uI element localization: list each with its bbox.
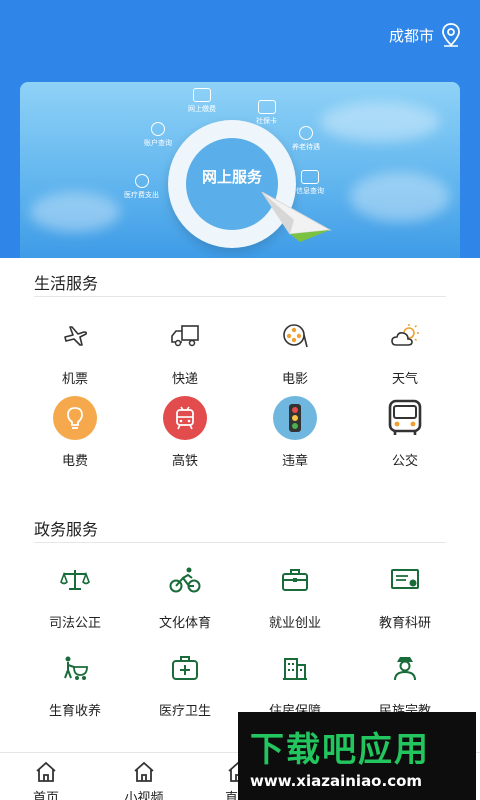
service-item-film[interactable]: 电影: [240, 314, 350, 387]
medical-kit-icon: [163, 646, 207, 690]
info-icon: [301, 170, 319, 184]
section-title-gov: 政务服务: [34, 520, 99, 539]
banner-item-label: 账户查询: [144, 139, 172, 147]
city-label: 成都市: [388, 26, 434, 45]
banner-item-label: 网上缴费: [188, 105, 216, 113]
home-icon: [36, 761, 56, 782]
service-item-airplane[interactable]: 机票: [20, 314, 130, 387]
location-pin-icon: [442, 23, 460, 47]
divider: [34, 542, 446, 543]
service-item-justice[interactable]: 司法公正: [20, 558, 130, 631]
service-label: 天气: [391, 372, 418, 387]
service-item-delivery[interactable]: 快递: [130, 314, 240, 387]
person-icon: [383, 646, 427, 690]
service-label: 电费: [61, 454, 88, 469]
service-item-employment[interactable]: 就业创业: [240, 558, 350, 631]
film-reel-icon: [273, 314, 317, 358]
service-item-traffic[interactable]: 违章: [240, 396, 350, 469]
banner-center-text: 网上服务: [201, 168, 262, 186]
lightbulb-icon: [53, 396, 97, 440]
header: 成都市 网上缴费 社保卡 养老待遇 信息查询 账户查询 医疗费支出 网上服务: [0, 0, 480, 265]
service-label: 司法公正: [48, 616, 101, 631]
pension-icon: [299, 126, 313, 140]
service-item-weather[interactable]: 天气: [350, 314, 460, 387]
cycling-icon: [163, 558, 207, 602]
payment-icon: [193, 88, 211, 102]
certificate-icon: [383, 558, 427, 602]
bus-icon: [383, 396, 427, 440]
service-label: 违章: [281, 454, 308, 469]
banner-item-label: 社保卡: [256, 117, 277, 125]
service-label: 公交: [391, 454, 418, 469]
medical-icon: [134, 174, 149, 188]
watermark: 下载吧应用 www.xiazainiao.com: [238, 712, 476, 800]
content: 生活服务 机票 快递 电影 天气 电费 高铁 违章 公交 政务服务 司法公正 文…: [0, 258, 480, 753]
banner-item-payment: 网上缴费: [188, 88, 216, 114]
service-item-bus[interactable]: 公交: [350, 396, 460, 469]
section-title-life: 生活服务: [34, 274, 99, 293]
card-icon: [257, 100, 276, 114]
delivery-truck-icon: [163, 314, 207, 358]
paper-plane-icon: [261, 191, 332, 242]
service-item-housing[interactable]: 住房保障: [240, 646, 350, 719]
nav-label: 首页: [32, 791, 59, 800]
home-icon: [134, 761, 154, 782]
service-item-electricity[interactable]: 电费: [20, 396, 130, 469]
service-item-education[interactable]: 教育科研: [350, 558, 460, 631]
service-label: 高铁: [171, 454, 198, 469]
service-item-culture[interactable]: 文化体育: [130, 558, 240, 631]
service-label: 机票: [61, 372, 88, 387]
watermark-url: www.xiazainiao.com: [250, 772, 423, 790]
banner-item-card: 社保卡: [256, 100, 277, 126]
service-label: 医疗卫生: [158, 704, 211, 719]
banner-item-pension: 养老待遇: [292, 126, 320, 152]
banner[interactable]: 网上缴费 社保卡 养老待遇 信息查询 账户查询 医疗费支出 网上服务: [20, 82, 460, 258]
train-icon: [163, 396, 207, 440]
nav-item-home[interactable]: 首页: [16, 761, 76, 800]
briefcase-icon: [273, 558, 317, 602]
building-icon: [273, 646, 317, 690]
stroller-icon: [53, 646, 97, 690]
service-label: 快递: [171, 372, 198, 387]
service-label: 生育收养: [48, 704, 101, 719]
divider: [34, 296, 446, 297]
city-selector[interactable]: 成都市: [389, 22, 462, 48]
banner-item-medical: 医疗费支出: [124, 174, 159, 200]
watermark-title: 下载吧应用: [250, 730, 430, 770]
search-icon: [151, 122, 165, 136]
nav-item-video[interactable]: 小视频: [114, 761, 174, 800]
service-label: 教育科研: [378, 616, 431, 631]
airplane-icon: [53, 314, 97, 358]
service-item-medical[interactable]: 医疗卫生: [130, 646, 240, 719]
weather-icon: [383, 314, 427, 358]
banner-item-label: 医疗费支出: [124, 191, 159, 199]
banner-item-search: 账户查询: [144, 122, 172, 148]
service-label: 文化体育: [158, 616, 211, 631]
scales-icon: [53, 558, 97, 602]
service-item-ethnic[interactable]: 民族宗教: [350, 646, 460, 719]
service-label: 就业创业: [268, 616, 321, 631]
service-label: 电影: [281, 372, 308, 387]
service-item-train[interactable]: 高铁: [130, 396, 240, 469]
traffic-light-icon: [273, 396, 317, 440]
service-item-adoption[interactable]: 生育收养: [20, 646, 130, 719]
nav-label: 小视频: [124, 791, 164, 800]
banner-item-label: 养老待遇: [292, 143, 320, 151]
